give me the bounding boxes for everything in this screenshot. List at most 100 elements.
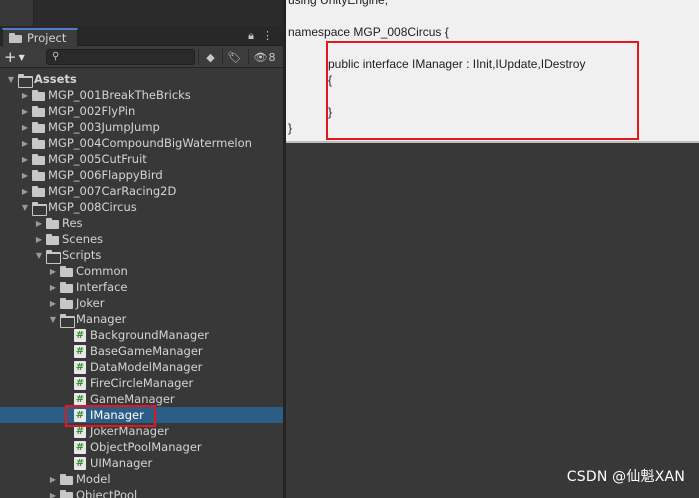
tab-tools: 🔒︎ ⋮: [248, 29, 273, 43]
script-item[interactable]: # BackgroundManager: [0, 327, 283, 343]
collapsed-arrow-icon[interactable]: ▶: [48, 487, 58, 498]
folder-item[interactable]: ▼ Manager: [0, 311, 283, 328]
code-line: public interface IManager : IInit,IUpdat…: [288, 57, 586, 71]
csharp-script-icon: #: [74, 392, 86, 406]
right-empty-area: CSDN @仙魁XAN: [286, 145, 699, 498]
folder-item[interactable]: ▼ Assets: [0, 71, 283, 88]
tree-item-label: ObjectPoolManager: [90, 440, 202, 454]
code-line: }: [288, 105, 333, 119]
collapsed-arrow-icon[interactable]: ▶: [48, 279, 58, 295]
folder-icon: [9, 33, 22, 43]
tree-item-label: JokerManager: [90, 424, 169, 438]
collapsed-arrow-icon[interactable]: ▶: [48, 471, 58, 487]
search-input[interactable]: [63, 50, 191, 64]
script-item[interactable]: # DataModelManager: [0, 359, 283, 375]
folder-item[interactable]: ▼ MGP_008Circus: [0, 199, 283, 216]
tree-item-label: Joker: [76, 296, 105, 310]
folder-item[interactable]: ▶ MGP_006FlappyBird: [0, 167, 283, 183]
create-asset-button[interactable]: + ▼: [4, 49, 34, 65]
script-item[interactable]: # BaseGameManager: [0, 343, 283, 359]
search-by-type-button[interactable]: ◆: [198, 49, 222, 65]
script-item[interactable]: # ObjectPoolManager: [0, 439, 283, 455]
folder-icon: [60, 489, 73, 498]
script-item[interactable]: # GameManager: [0, 391, 283, 407]
tree-item-label: DataModelManager: [90, 360, 203, 374]
folder-item[interactable]: ▶ Model: [0, 471, 283, 487]
collapsed-arrow-icon[interactable]: ▶: [20, 87, 30, 103]
folder-item[interactable]: ▶ MGP_003JumpJump: [0, 119, 283, 135]
folder-item[interactable]: ▶ Scenes: [0, 231, 283, 247]
csharp-script-icon: #: [74, 440, 86, 454]
tree-item-label: Model: [76, 472, 111, 486]
tree-item-label: UIManager: [90, 456, 153, 470]
folder-item[interactable]: ▶ MGP_001BreakTheBricks: [0, 87, 283, 103]
project-tab-bar: Project 🔒︎ ⋮: [0, 26, 283, 46]
collapsed-arrow-icon[interactable]: ▶: [34, 231, 44, 247]
collapsed-arrow-icon[interactable]: ▶: [34, 215, 44, 231]
folder-item[interactable]: ▶ ObjectPool: [0, 487, 283, 498]
expanded-arrow-icon[interactable]: ▼: [34, 247, 44, 263]
folder-item[interactable]: ▼ Scripts: [0, 247, 283, 264]
collapsed-arrow-icon[interactable]: ▶: [20, 183, 30, 199]
folder-icon: [60, 281, 73, 293]
collapsed-arrow-icon[interactable]: ▶: [20, 119, 30, 135]
folder-icon: [32, 185, 45, 197]
code-line: using UnityEngine;: [288, 0, 389, 7]
script-item[interactable]: # JokerManager: [0, 423, 283, 439]
project-tree: ▼ Assets ▶ MGP_001BreakTheBricks ▶ MGP_002Fly…: [0, 69, 283, 498]
folder-item[interactable]: ▶ MGP_007CarRacing2D: [0, 183, 283, 199]
search-icon: ⚲: [52, 51, 60, 62]
tab-project[interactable]: Project: [2, 28, 78, 46]
tab-project-label: Project: [27, 31, 67, 45]
folder-item[interactable]: ▶ Common: [0, 263, 283, 279]
folder-item[interactable]: ▶ MGP_005CutFruit: [0, 151, 283, 167]
folder-item[interactable]: ▶ MGP_002FlyPin: [0, 103, 283, 119]
folder-item[interactable]: ▶ Res: [0, 215, 283, 231]
search-field[interactable]: ⚲: [46, 49, 195, 65]
collapsed-arrow-icon[interactable]: ▶: [20, 167, 30, 183]
project-toolbar: + ▼ ⚲ ◆ 🏷︎ 👁︎ 8: [0, 46, 283, 68]
tree-item-label: Manager: [76, 312, 127, 326]
tree-item-label: MGP_002FlyPin: [48, 104, 136, 118]
collapsed-arrow-icon[interactable]: ▶: [20, 135, 30, 151]
folder-item[interactable]: ▶ MGP_004CompoundBigWatermelon: [0, 135, 283, 151]
tree-item-label: Scenes: [62, 232, 104, 246]
search-by-label-button[interactable]: 🏷︎: [222, 49, 246, 65]
collapsed-arrow-icon[interactable]: ▶: [20, 103, 30, 119]
tree-item-label: GameManager: [90, 392, 175, 406]
folder-icon: [46, 233, 59, 245]
tree-item-label: MGP_008Circus: [48, 200, 137, 214]
expanded-arrow-icon[interactable]: ▼: [20, 199, 30, 215]
folder-item[interactable]: ▶ Joker: [0, 295, 283, 311]
folder-icon: [32, 153, 45, 165]
tag-icon: 🏷︎: [227, 50, 242, 64]
folder-icon: [32, 105, 45, 117]
expanded-arrow-icon[interactable]: ▼: [6, 71, 16, 87]
csharp-script-icon: #: [74, 408, 86, 422]
tree-item-label: IManager: [90, 408, 144, 422]
script-item[interactable]: # FireCircleManager: [0, 375, 283, 391]
folder-open-icon: [18, 73, 33, 88]
collapsed-arrow-icon[interactable]: ▶: [48, 295, 58, 311]
collapsed-arrow-icon[interactable]: ▶: [48, 263, 58, 279]
tree-item-label: Res: [62, 216, 83, 230]
more-options-icon[interactable]: ⋮: [262, 29, 273, 43]
script-item[interactable]: # UIManager: [0, 455, 283, 471]
folder-icon: [32, 137, 45, 149]
folder-icon: [32, 89, 45, 101]
csharp-script-icon: #: [74, 456, 86, 470]
folder-item[interactable]: ▶ Interface: [0, 279, 283, 295]
script-item[interactable]: # IManager: [0, 407, 283, 423]
expanded-arrow-icon[interactable]: ▼: [48, 311, 58, 327]
collapsed-arrow-icon[interactable]: ▶: [20, 151, 30, 167]
folder-icon: [46, 217, 59, 229]
eye-slash-icon: 👁︎: [253, 50, 268, 64]
hidden-packages-toggle[interactable]: 👁︎ 8: [248, 49, 280, 65]
folder-icon: [60, 473, 73, 485]
lock-icon[interactable]: 🔒︎: [248, 29, 254, 43]
